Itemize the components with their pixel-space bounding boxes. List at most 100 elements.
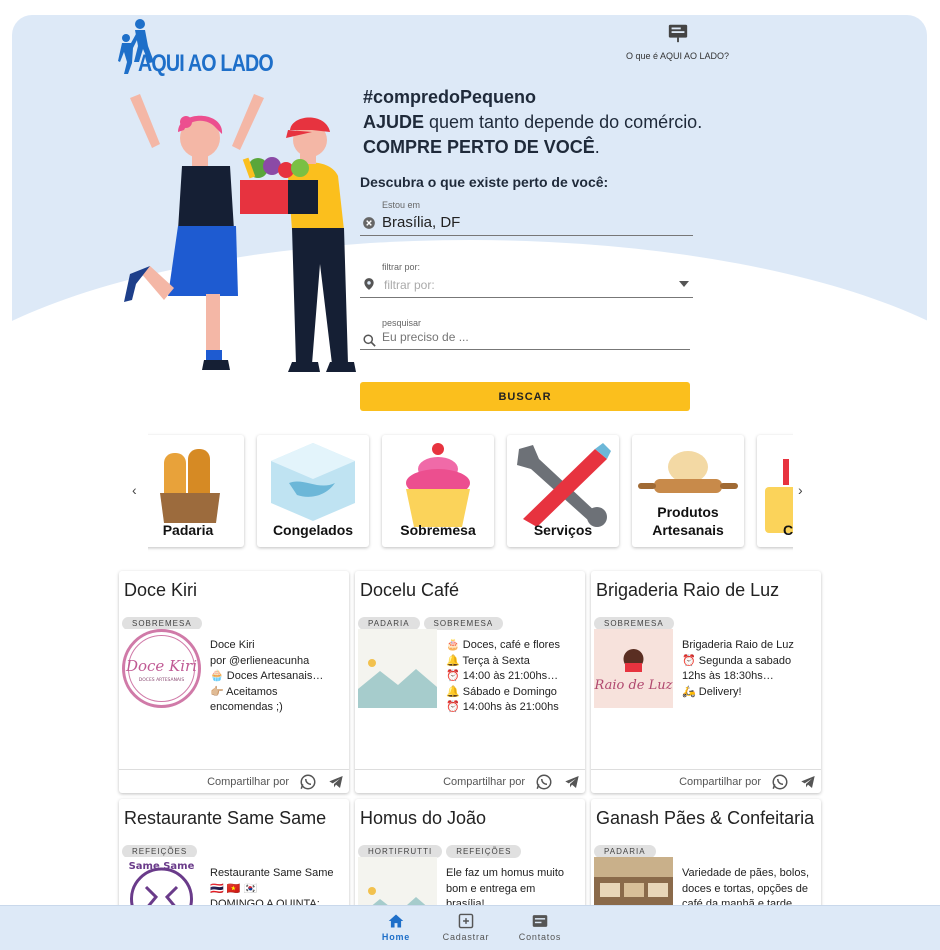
- share-label: Compartilhar por: [679, 776, 761, 788]
- add-business-icon: [458, 913, 474, 929]
- desc-line: ⏰ Segunda a sabado: [682, 654, 792, 667]
- store-title: Doce Kiri: [124, 580, 198, 600]
- filter-select[interactable]: filtrar por: filtrar por:: [360, 262, 693, 298]
- desc-line: 🧁 Doces Artesanais…: [210, 670, 324, 682]
- nav-contatos-label: Contatos: [518, 932, 562, 942]
- category-produtos-artesanais[interactable]: Produtos Artesanais: [632, 435, 744, 547]
- share-label: Compartilhar por: [443, 776, 525, 788]
- share-label: Compartilhar por: [207, 776, 289, 788]
- chevron-right-icon[interactable]: ›: [798, 482, 803, 498]
- nav-cadastrar-label: Cadastrar: [442, 932, 490, 942]
- telegram-icon[interactable]: [328, 774, 344, 790]
- category-label: Produtos Artesanais: [652, 504, 724, 538]
- telegram-icon[interactable]: [564, 774, 580, 790]
- whatsapp-icon[interactable]: [535, 773, 553, 791]
- signboard-icon: [668, 24, 687, 43]
- about-label: O que é AQUI AO LADO?: [625, 51, 730, 61]
- hashtag: #compredoPequeno: [363, 87, 537, 107]
- hero-tagline: #compredoPequeno AJUDE quem tanto depend…: [363, 85, 702, 160]
- filter-placeholder: filtrar por:: [384, 278, 435, 292]
- nav-contatos[interactable]: Contatos: [505, 913, 575, 942]
- doce-kiri-logo-subtext: DOCES ARTESANAIS: [139, 677, 185, 683]
- chevron-left-icon[interactable]: ‹: [132, 482, 137, 498]
- about-link[interactable]: O que é AQUI AO LADO?: [620, 22, 735, 61]
- desc-line: Restaurante Same Same: [210, 867, 334, 879]
- telegram-icon[interactable]: [800, 774, 816, 790]
- nav-home[interactable]: Home: [361, 913, 431, 942]
- search-field[interactable]: pesquisar: [360, 318, 690, 350]
- hero-illustration: [124, 94, 356, 372]
- tagline-compre: COMPRE PERTO DE VOCÊ: [363, 137, 595, 157]
- whatsapp-icon[interactable]: [299, 773, 317, 791]
- location-value: Brasília, DF: [382, 214, 461, 231]
- buscar-button[interactable]: BUSCAR: [360, 382, 690, 411]
- store-title: Restaurante Same Same: [124, 808, 327, 828]
- search-icon: [363, 334, 376, 347]
- search-input[interactable]: [382, 330, 682, 344]
- tagline-ajude: AJUDE: [363, 112, 425, 132]
- placeholder-image-icon: [358, 629, 437, 708]
- chevron-down-icon: [679, 281, 689, 287]
- category-label: Serviços: [533, 522, 593, 538]
- store-thumbnail: Raio de Luz: [594, 629, 673, 708]
- clear-icon[interactable]: [362, 216, 376, 230]
- store-title: Homus do João: [360, 808, 487, 828]
- desc-line: 🇹🇭 🇻🇳 🇰🇷: [210, 882, 258, 895]
- desc-line: 🛵 Delivery!: [682, 685, 742, 698]
- store-title: Docelu Café: [360, 580, 460, 600]
- desc-line: bom e entrega em: [446, 882, 536, 895]
- nav-home-label: Home: [381, 932, 411, 942]
- location-field[interactable]: Estou em Brasília, DF: [360, 200, 693, 236]
- store-thumbnail: Doce Kiri DOCES ARTESANAIS: [122, 629, 201, 708]
- store-title: Ganash Pães & Confeitaria: [596, 808, 815, 828]
- category-label: Congelados: [272, 522, 354, 538]
- bread-icon: [160, 449, 220, 523]
- tagline-line3: COMPRE PERTO DE VOCÊ.: [363, 135, 702, 160]
- location-pin-icon: [364, 278, 374, 290]
- contacts-icon: [532, 915, 548, 927]
- desc-line: Ele faz um homus muito: [446, 867, 564, 879]
- store-footer: Compartilhar por: [119, 769, 349, 793]
- tagline-line2-rest: quem tanto depende do comércio.: [424, 112, 703, 132]
- desc-line: doces e tortas, opções de: [682, 882, 808, 895]
- bottom-navigation: Home Cadastrar Contatos: [0, 905, 940, 950]
- filter-label: filtrar por:: [382, 262, 421, 272]
- tagline-line3-end: .: [594, 137, 600, 157]
- category-servicos[interactable]: Serviços: [507, 435, 619, 547]
- desc-line: 🎂 Doces, café e flores: [446, 639, 560, 651]
- location-label: Estou em: [382, 200, 421, 210]
- desc-line: ⏰ 14:00hs às 21:00hs: [446, 701, 559, 713]
- store-footer: Compartilhar por: [591, 769, 821, 793]
- desc-line: ⏰ 14:00 às 21:00hs…: [446, 670, 559, 682]
- desc-line: encomendas ;): [210, 701, 283, 713]
- desc-line: Brigaderia Raio de Luz: [682, 639, 794, 651]
- tools-icon: [517, 443, 611, 527]
- desc-line: Variedade de pães, bolos,: [682, 867, 809, 879]
- desc-line: 👉🏼 Aceitamos: [210, 685, 278, 698]
- category-congelados[interactable]: Congelados: [257, 435, 369, 547]
- whatsapp-icon[interactable]: [771, 773, 789, 791]
- store-footer: Compartilhar por: [355, 769, 585, 793]
- category-label: Sobremesa: [400, 522, 476, 538]
- logo-text: AQUI AO LADO: [138, 50, 274, 77]
- store-title: Brigaderia Raio de Luz: [596, 580, 780, 600]
- same-same-logo-text: Same Same: [129, 861, 195, 872]
- discover-heading: Descubra o que existe perto de você:: [360, 174, 609, 190]
- category-partial[interactable]: C: [757, 435, 793, 547]
- store-card-docelu-cafe[interactable]: Docelu Café PADARIA SOBREMESA 🎂 Doces, ca…: [355, 571, 585, 793]
- store-description: 🎂 Doces, café e flores 🔔 Terça à Sexta ⏰…: [446, 638, 582, 716]
- category-label: C: [783, 522, 793, 538]
- category-carousel: Padaria Congelados Sobremesa Serviços Pr…: [148, 432, 793, 552]
- desc-line: 🔔 Sábado e Domingo: [446, 685, 557, 698]
- store-card-brigaderia-raio-de-luz[interactable]: Brigaderia Raio de Luz SOBREMESA Raio de…: [591, 571, 821, 793]
- nav-cadastrar[interactable]: Cadastrar: [431, 913, 501, 942]
- category-sobremesa[interactable]: Sobremesa: [382, 435, 494, 547]
- category-padaria[interactable]: Padaria: [148, 435, 244, 547]
- raio-de-luz-logo: Raio de Luz: [594, 629, 673, 708]
- category-chip: REFEIÇÕES: [446, 845, 522, 858]
- category-label: Padaria: [162, 522, 214, 538]
- desc-line: 🔔 Terça à Sexta: [446, 654, 530, 667]
- store-card-doce-kiri[interactable]: Doce Kiri SOBREMESA Doce Kiri DOCES ARTE…: [119, 571, 349, 793]
- page: AQUI AO LADO O que é AQUI AO LADO? #comp…: [0, 0, 940, 950]
- rolling-pin-icon: [638, 451, 738, 493]
